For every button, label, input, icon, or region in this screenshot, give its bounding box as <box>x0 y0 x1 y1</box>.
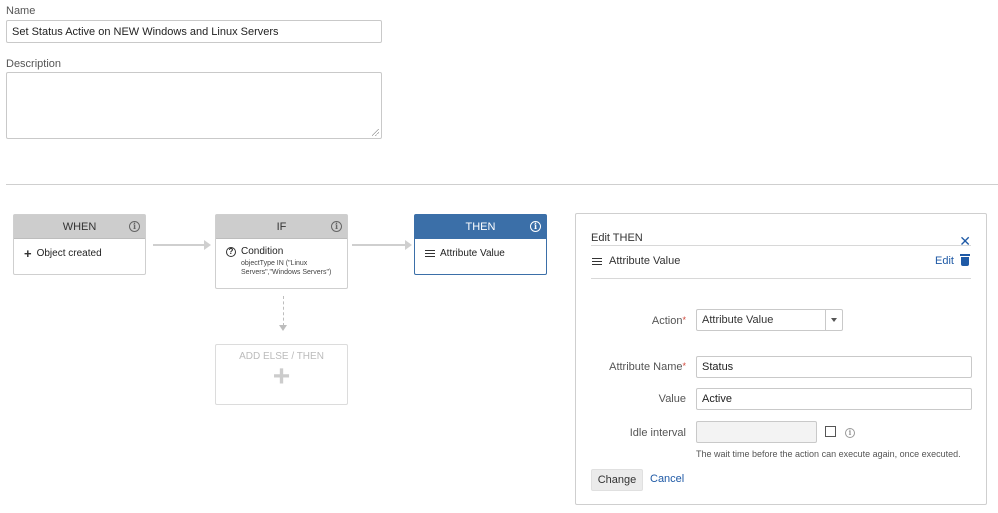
then-node-header: THEN i <box>415 215 546 239</box>
flow-arrow-down <box>279 296 287 331</box>
section-divider <box>6 184 998 185</box>
plus-icon: + <box>24 245 32 261</box>
resize-grip-icon[interactable] <box>372 129 379 136</box>
value-label: Value <box>658 393 686 405</box>
question-circle-icon: ? <box>226 246 236 257</box>
idle-interval-checkbox[interactable] <box>825 426 836 437</box>
chevron-down-icon[interactable] <box>825 310 842 330</box>
info-icon[interactable]: i <box>845 428 855 438</box>
add-else-then-button[interactable]: ADD ELSE / THEN + <box>215 344 348 405</box>
flow-arrow <box>153 240 211 250</box>
description-textarea[interactable] <box>6 72 382 139</box>
cancel-link[interactable]: Cancel <box>650 473 684 485</box>
if-node-header: IF i <box>216 215 347 239</box>
action-select[interactable]: Attribute Value <box>696 309 843 331</box>
panel-title: Edit THEN <box>591 232 643 244</box>
if-condition-label: Condition <box>241 246 284 257</box>
info-icon[interactable]: i <box>331 221 342 232</box>
flow-arrow <box>352 240 412 250</box>
panel-divider <box>591 278 971 279</box>
then-node[interactable]: THEN i Attribute Value <box>414 214 547 275</box>
description-label: Description <box>6 58 62 70</box>
info-icon[interactable]: i <box>530 221 541 232</box>
trash-icon[interactable] <box>960 254 970 266</box>
idle-interval-hint: The wait time before the action can exec… <box>696 449 961 459</box>
when-trigger-label: Object created <box>36 248 102 259</box>
if-condition-expression: objectType IN ("Linux Servers","Windows … <box>241 260 332 276</box>
edit-then-panel: Edit THEN ✕ Attribute Value Edit Action*… <box>575 213 987 505</box>
when-node-title: WHEN <box>62 221 97 233</box>
value-input[interactable] <box>696 388 972 410</box>
action-label: Action* <box>651 315 686 327</box>
idle-interval-label: Idle interval <box>629 427 686 439</box>
edit-link[interactable]: Edit <box>935 255 954 267</box>
then-action-item[interactable]: Attribute Value <box>425 248 536 259</box>
name-label: Name <box>6 5 36 17</box>
name-input[interactable] <box>6 20 382 43</box>
idle-interval-input[interactable] <box>696 421 817 443</box>
change-button[interactable]: Change <box>591 469 643 491</box>
panel-action-item-label: Attribute Value <box>609 255 681 267</box>
if-node[interactable]: IF i ? Condition objectType IN ("Linux S… <box>215 214 348 289</box>
when-trigger-item[interactable]: + Object created <box>24 245 135 261</box>
plus-icon: + <box>272 360 291 393</box>
attribute-name-input[interactable] <box>696 356 972 378</box>
if-condition-item[interactable]: ? Condition <box>226 246 337 257</box>
then-node-title: THEN <box>465 221 496 233</box>
attribute-name-label: Attribute Name* <box>609 361 686 373</box>
info-icon[interactable]: i <box>129 221 140 232</box>
list-icon <box>425 250 435 257</box>
if-node-title: IF <box>276 221 287 233</box>
panel-divider <box>591 245 971 246</box>
list-icon <box>592 258 602 265</box>
when-node-header: WHEN i <box>14 215 145 239</box>
action-select-value: Attribute Value <box>702 314 774 326</box>
then-action-label: Attribute Value <box>440 248 505 259</box>
when-node[interactable]: WHEN i + Object created <box>13 214 146 275</box>
